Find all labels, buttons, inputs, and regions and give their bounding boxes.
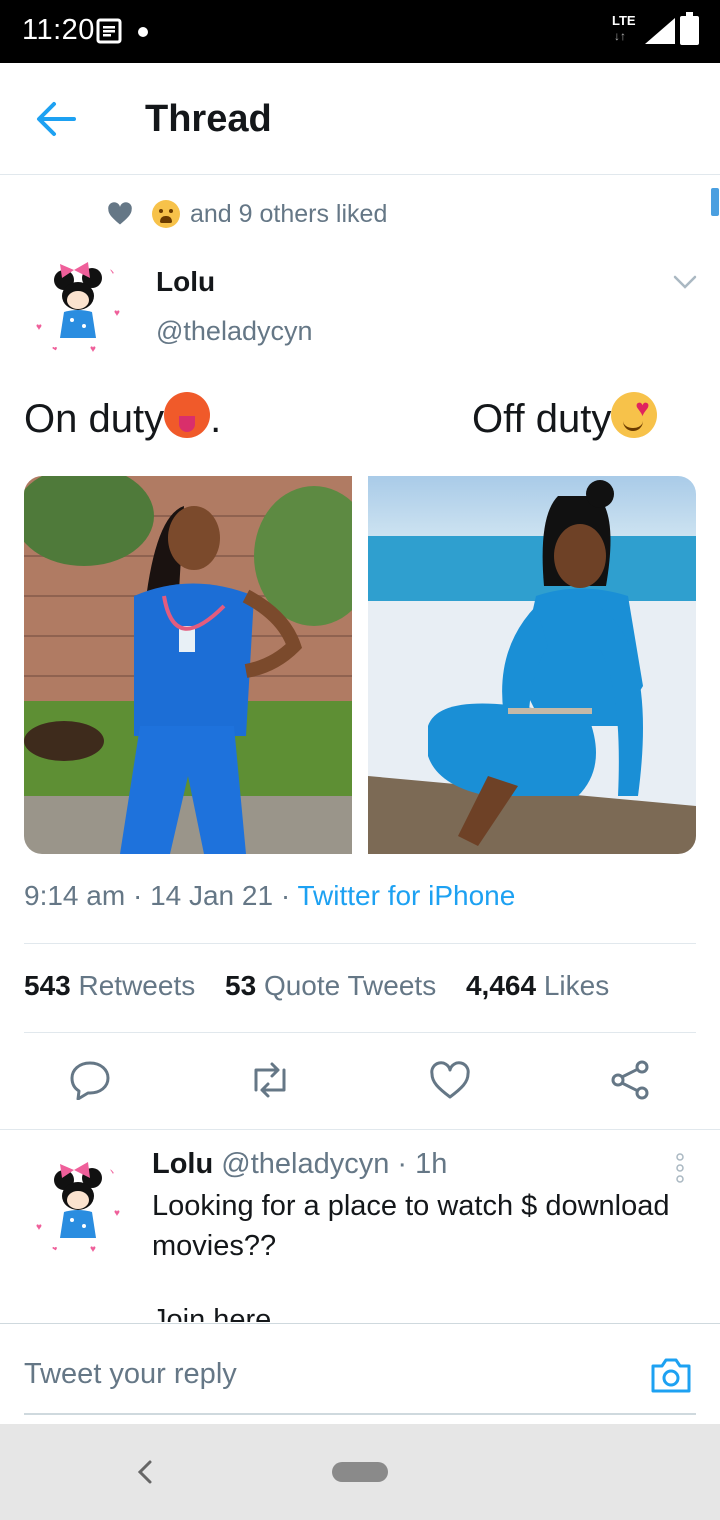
heart-filled-icon (108, 202, 132, 225)
tweet-photo-1[interactable] (24, 476, 352, 854)
weary-face-emoji-icon (152, 200, 180, 228)
svg-text:♥: ♥ (90, 344, 96, 355)
status-time: 11:20 (22, 14, 95, 46)
svg-text:♥: ♥ (90, 1244, 96, 1255)
data-arrows-icon: ↓↑ (614, 29, 626, 43)
tweet-time: 9:14 am (24, 880, 126, 911)
reply-composer[interactable]: Tweet your reply (0, 1323, 720, 1423)
divider (24, 943, 696, 944)
svg-text:♥: ♥ (110, 266, 116, 277)
liked-by-text: and 9 others liked (190, 199, 388, 228)
reply-text: Looking for a place to watch $ download … (152, 1190, 670, 1262)
reply-header: Lolu @theladycyn · 1h (152, 1148, 448, 1180)
tweet-source-link[interactable]: Twitter for iPhone (297, 880, 515, 911)
retweets-stat[interactable]: 543 Retweets (24, 970, 195, 1001)
share-icon[interactable] (608, 1060, 652, 1100)
back-arrow-icon[interactable] (34, 99, 78, 139)
svg-text:♥: ♥ (34, 1167, 41, 1181)
smiling-hearts-emoji-icon (611, 384, 658, 438)
svg-text:♥: ♥ (114, 308, 120, 319)
thread-header: Thread (0, 63, 720, 175)
tweet-date: 14 Jan 21 (150, 880, 274, 911)
author-name[interactable]: Lolu (156, 266, 215, 298)
reply-author-handle[interactable]: @theladycyn (221, 1148, 389, 1180)
divider (0, 1129, 720, 1130)
social-context[interactable]: and 9 others liked (106, 196, 387, 232)
reply-author-avatar[interactable]: ♥ ♥ ♥ ♥ ♥ ♥ (30, 1156, 126, 1256)
svg-text:♥: ♥ (36, 1222, 42, 1233)
reply-time: 1h (415, 1148, 448, 1180)
svg-text:♥: ♥ (34, 267, 41, 281)
tweet-photo-2[interactable] (368, 476, 696, 854)
chevron-down-icon[interactable] (672, 272, 698, 292)
minnie-avatar-icon: ♥ ♥ ♥ ♥ ♥ ♥ (30, 1156, 126, 1256)
battery-icon (680, 12, 699, 45)
page-title: Thread (145, 98, 272, 140)
more-options-icon[interactable] (674, 1152, 686, 1184)
composer-underline (24, 1413, 696, 1415)
reply-input[interactable]: Tweet your reply (24, 1358, 237, 1391)
reply-author-name[interactable]: Lolu (152, 1148, 213, 1180)
camera-icon[interactable] (650, 1356, 692, 1394)
status-dot (138, 27, 148, 37)
quote-tweets-stat[interactable]: 53 Quote Tweets (225, 970, 436, 1001)
reply-icon[interactable] (68, 1060, 112, 1100)
svg-text:♥: ♥ (114, 1208, 120, 1219)
svg-text:♥: ♥ (110, 1166, 116, 1177)
signal-icon (645, 18, 675, 44)
tweet-meta: 9:14 am · 14 Jan 21 · Twitter for iPhone (24, 880, 516, 911)
author-handle[interactable]: @theladycyn (156, 316, 313, 347)
system-back-icon[interactable] (132, 1456, 156, 1488)
likes-stat[interactable]: 4,464 Likes (466, 970, 609, 1001)
tweet-text: On duty. Off duty (24, 384, 704, 444)
photo-nurse-scrubs (24, 476, 352, 854)
svg-text:♥: ♥ (52, 344, 57, 354)
svg-text:♥: ♥ (36, 322, 42, 333)
author-avatar[interactable]: ♥ ♥ ♥ ♥ ♥ ♥ (30, 256, 126, 356)
like-icon[interactable] (428, 1060, 472, 1100)
network-type: LTE (612, 13, 636, 28)
divider (24, 1032, 696, 1033)
system-nav-bar (0, 1424, 720, 1520)
tweet-text-left: On duty. (24, 392, 221, 441)
photo-beach (368, 476, 696, 854)
home-pill[interactable] (332, 1462, 388, 1482)
status-bar: 11:20 LTE ↓↑ (0, 0, 720, 63)
svg-text:♥: ♥ (52, 1244, 57, 1254)
reply-text-continued: Join here (152, 1304, 272, 1322)
scroll-indicator (711, 188, 719, 216)
hot-face-emoji-icon (164, 392, 211, 438)
tweet-text-right: Off duty (472, 384, 658, 444)
tweet-stats: 543 Retweets 53 Quote Tweets 4,464 Likes (24, 970, 609, 1002)
retweet-icon[interactable] (248, 1060, 292, 1100)
notification-icon (96, 18, 122, 44)
minnie-avatar-icon: ♥ ♥ ♥ ♥ ♥ ♥ (30, 256, 126, 356)
